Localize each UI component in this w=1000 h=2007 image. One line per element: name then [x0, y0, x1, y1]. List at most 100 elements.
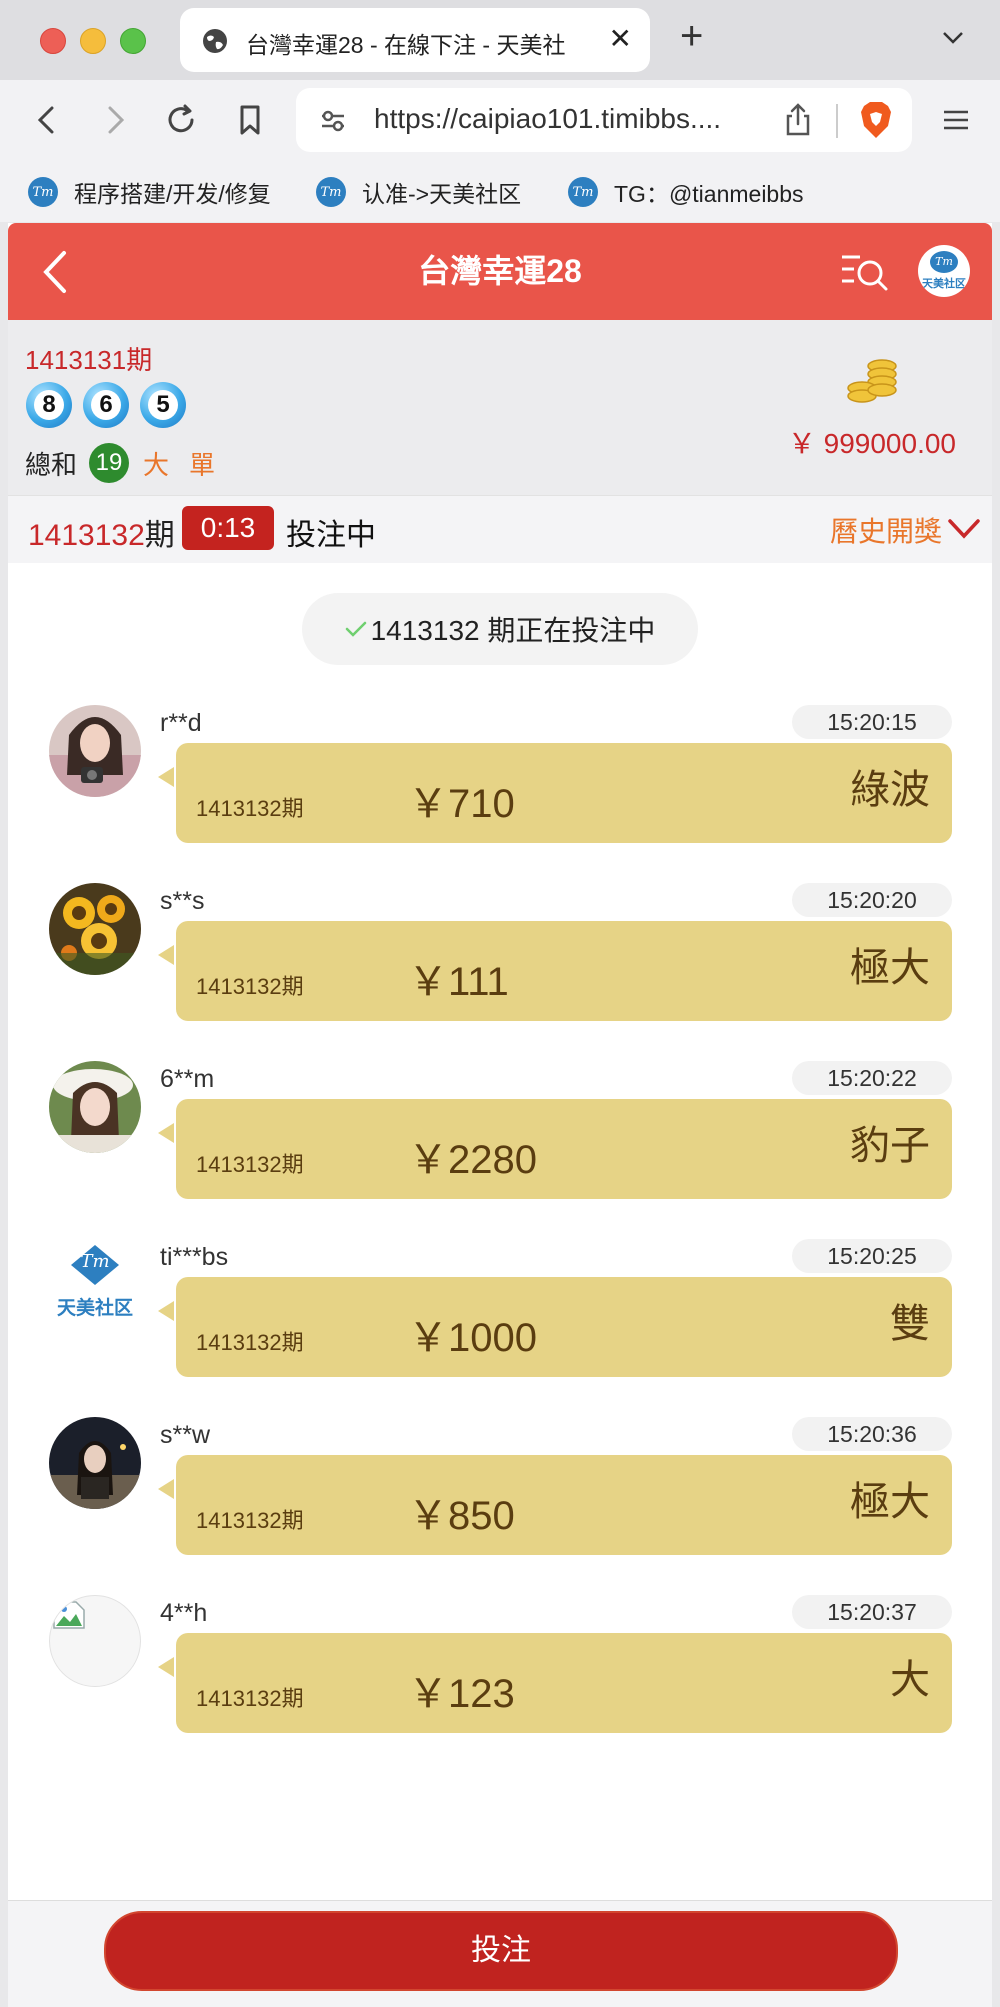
betting-notice: 1413132 期正在投注中: [302, 593, 698, 665]
avatar-sunflowers: [49, 883, 141, 975]
countdown-badge: 0:13: [182, 506, 274, 550]
app-header: 台灣幸運28 Tm 天美社区: [8, 223, 992, 320]
bubble-tail: [158, 767, 174, 787]
bet-type: 雙: [890, 1302, 930, 1346]
address-bar[interactable]: https://caipiao101.timibbs....: [296, 88, 912, 152]
bubble-tail: [158, 1301, 174, 1321]
browser-toolbar: https://caipiao101.timibbs....: [0, 80, 1000, 162]
bet-type: 大: [890, 1658, 930, 1702]
place-bet-button[interactable]: 投注: [104, 1911, 898, 1991]
bookmark-item[interactable]: Tm TG：@tianmeibbs: [568, 174, 804, 210]
tab-close-icon[interactable]: ✕: [609, 22, 632, 55]
bet-period: 1413132期: [196, 1508, 304, 1533]
bubble-tail: [158, 1479, 174, 1499]
bet-time: 15:20:22: [792, 1061, 952, 1095]
bet-feed-item: Tm 天美社区 ti***bs 15:20:25 1413132期 ￥1000 …: [8, 1239, 992, 1399]
username: ti***bs: [160, 1243, 229, 1271]
chevron-down-icon[interactable]: [940, 24, 966, 50]
site-settings-icon[interactable]: [318, 106, 348, 136]
bet-time: 15:20:20: [792, 883, 952, 917]
result-ball: 6: [83, 382, 129, 428]
bet-bubble: 1413132期 ￥1000 雙: [176, 1277, 952, 1377]
window-zoom-button[interactable]: [120, 28, 146, 54]
bet-amount: ￥2280: [408, 1138, 537, 1182]
username: 6**m: [160, 1065, 215, 1093]
hamburger-menu-icon[interactable]: [938, 102, 974, 138]
bookmark-item[interactable]: Tm 程序搭建/开发/修复: [28, 174, 271, 210]
bookmark-icon[interactable]: [232, 102, 268, 138]
tianmei-logo-icon: Tm: [316, 177, 346, 207]
parity-tag: 單: [189, 449, 216, 480]
bubble-tail: [158, 1657, 174, 1677]
address-bar-divider: [836, 104, 838, 138]
bet-bubble: 1413132期 ￥850 極大: [176, 1455, 952, 1555]
bet-type: 極大: [850, 946, 930, 990]
avatar: [49, 1595, 141, 1687]
bet-amount: ￥1000: [408, 1316, 537, 1360]
tianmei-logo-icon: Tm: [930, 251, 958, 273]
bet-amount: ￥710: [408, 782, 515, 826]
user-avatar[interactable]: Tm 天美社区: [918, 245, 970, 297]
bubble-tail: [158, 1123, 174, 1143]
bookmark-label: TG：@tianmeibbs: [614, 181, 804, 207]
bottom-bar: 投注: [8, 1900, 992, 2007]
avatar-photo-night: [49, 1417, 141, 1509]
new-tab-icon[interactable]: +: [680, 14, 703, 59]
bet-period: 1413132期: [196, 974, 304, 999]
chevron-down-icon[interactable]: [948, 518, 980, 540]
notice-text: 1413132 期正在投注中: [370, 615, 656, 646]
bet-feed-item: s**w 15:20:36 1413132期 ￥850 極大: [8, 1417, 992, 1577]
back-arrow-icon[interactable]: [30, 102, 66, 138]
avatar: [49, 883, 141, 975]
sum-label: 總和: [25, 449, 78, 480]
tianmei-logo-icon: Tm: [568, 177, 598, 207]
avatar: [49, 1061, 141, 1153]
balance-amount: ￥ 999000.00: [787, 428, 956, 459]
forward-arrow-icon[interactable]: [96, 102, 132, 138]
globe-icon: [203, 29, 227, 53]
avatar-photo-woman: [49, 705, 141, 797]
last-result-panel: 1413131期 8 6 5 總和 19 大 單 ￥ 999000.00: [8, 320, 992, 495]
sum-row: 總和 19 大 單: [25, 443, 235, 483]
browser-tab-strip: 台灣幸運28 - 在線下注 - 天美社 ✕ +: [0, 0, 1000, 80]
bet-feed-item: 4**h 15:20:37 1413132期 ￥123 大: [8, 1595, 992, 1755]
bet-period: 1413132期: [196, 796, 304, 821]
result-ball: 8: [26, 382, 72, 428]
avatar: [49, 705, 141, 797]
bet-amount: ￥850: [408, 1494, 515, 1538]
list-search-icon[interactable]: [840, 251, 890, 293]
window-minimize-button[interactable]: [80, 28, 106, 54]
bet-time: 15:20:25: [792, 1239, 952, 1273]
bet-bubble: 1413132期 ￥111 極大: [176, 921, 952, 1021]
current-period: 1413132期: [28, 519, 175, 552]
size-tag: 大: [143, 449, 170, 480]
bookmark-item[interactable]: Tm 认准->天美社区: [316, 174, 521, 210]
broken-image-icon: [53, 1601, 85, 1629]
browser-tab-active[interactable]: 台灣幸運28 - 在線下注 - 天美社 ✕: [180, 8, 650, 72]
bet-type: 極大: [850, 1480, 930, 1524]
bet-period: 1413132期: [196, 1152, 304, 1177]
bet-feed-item: s**s 15:20:20 1413132期 ￥111 極大: [8, 883, 992, 1043]
history-results-link[interactable]: 曆史開獎: [830, 510, 942, 550]
bet-bubble: 1413132期 ￥123 大: [176, 1633, 952, 1733]
avatar: Tm 天美社区: [49, 1239, 141, 1331]
share-icon[interactable]: [782, 102, 814, 138]
bet-bubble: 1413132期 ￥2280 豹子: [176, 1099, 952, 1199]
current-period-bar: 1413132期 0:13 投注中 曆史開獎: [8, 495, 992, 563]
brave-shield-icon[interactable]: [858, 100, 894, 140]
bet-period: 1413132期: [196, 1686, 304, 1711]
lottery-app: 台灣幸運28 Tm 天美社区 1413131期 8 6 5 總和 19 大 單: [8, 223, 992, 2007]
bookmark-label: 程序搭建/开发/修复: [74, 181, 271, 207]
betting-status: 投注中: [286, 519, 376, 552]
bet-amount: ￥111: [408, 960, 509, 1004]
url-text[interactable]: https://caipiao101.timibbs....: [374, 103, 774, 135]
bookmarks-bar: Tm 程序搭建/开发/修复 Tm 认准->天美社区 Tm TG：@tianmei…: [0, 162, 1000, 222]
avatar-logo-text: 天美社区: [922, 278, 966, 290]
bet-bubble: 1413132期 ￥710 綠波: [176, 743, 952, 843]
sum-value-badge: 19: [89, 443, 130, 483]
reload-icon[interactable]: [163, 102, 199, 138]
check-icon: [345, 621, 366, 637]
tianmei-logo-icon: Tm: [28, 177, 58, 207]
window-close-button[interactable]: [40, 28, 66, 54]
bet-feed-item: 6**m 15:20:22 1413132期 ￥2280 豹子: [8, 1061, 992, 1221]
